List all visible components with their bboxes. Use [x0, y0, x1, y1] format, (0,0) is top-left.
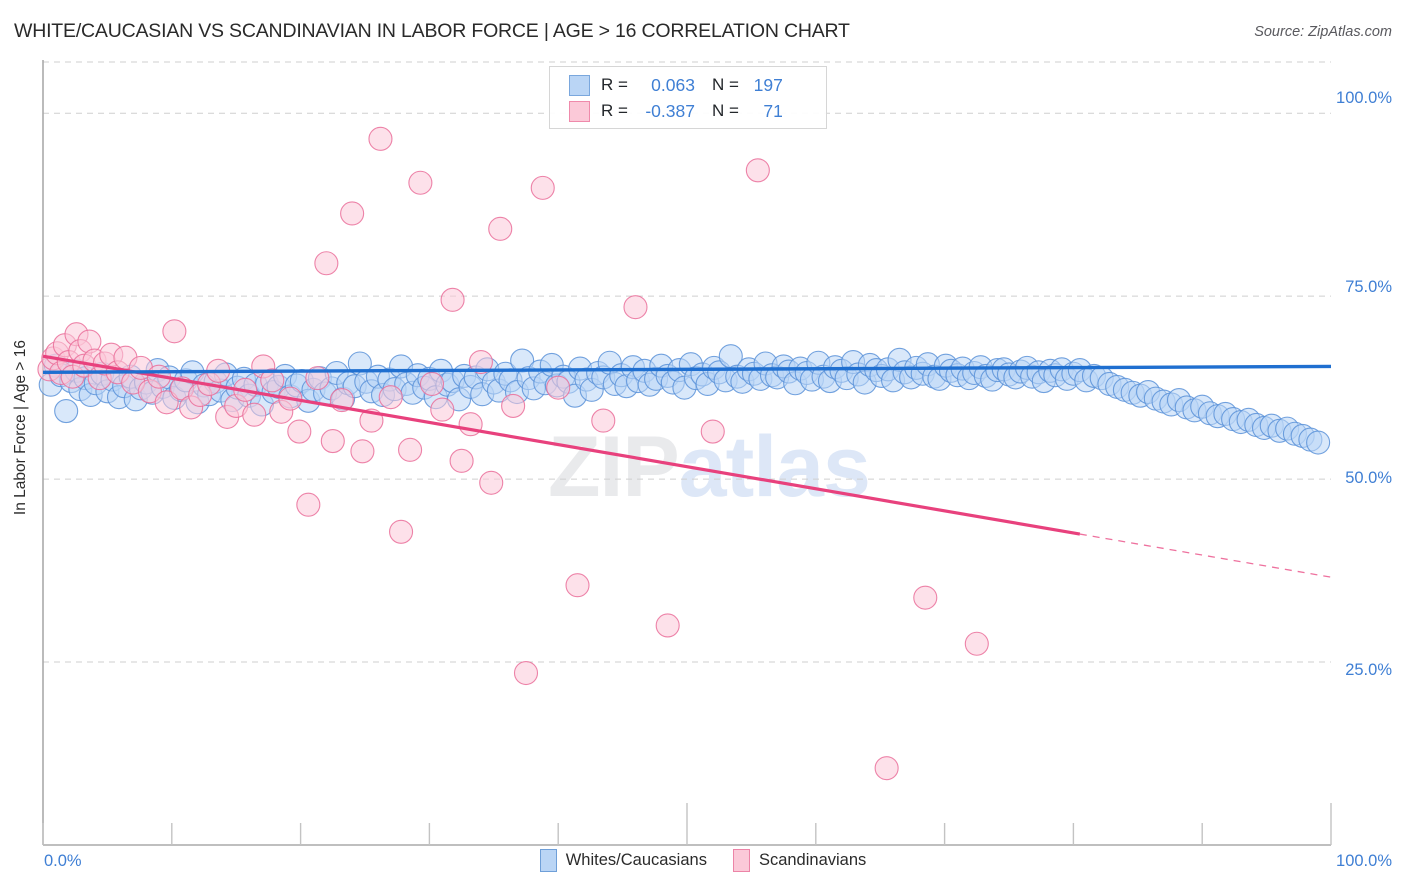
axis-lines	[42, 60, 1331, 846]
n-value-pink: 71	[763, 100, 783, 121]
y-axis-title: In Labor Force | Age > 16	[12, 340, 29, 516]
legend-item-scandinavians[interactable]: Scandinavians	[732, 849, 867, 872]
r-label-pink: R =	[601, 101, 628, 120]
legend-item-whites-caucasians[interactable]: Whites/Caucasians	[539, 849, 707, 872]
r-label-blue: R =	[601, 75, 628, 94]
r-value-blue: 0.063	[651, 74, 695, 95]
legend-label-scandinavians: Scandinavians	[758, 851, 867, 869]
legend-color-blue-icon	[539, 849, 557, 872]
series-points-scandinavians	[37, 126, 989, 781]
correlation-stats-legend: R = 0.063 N = 197 R = -0.387 N = 71	[549, 66, 827, 129]
legend-swatch-pink-icon	[569, 100, 590, 122]
n-value-blue: 197	[753, 74, 783, 95]
y-tick-label-75: 75.0%	[1345, 278, 1392, 296]
n-label-blue: N =	[711, 75, 739, 94]
correlation-chart-root: WHITE/CAUCASIAN VS SCANDINAVIAN IN LABOR…	[0, 0, 1406, 892]
scatter-plot-canvas	[37, 60, 1332, 846]
r-value-pink: -0.387	[645, 100, 695, 121]
x-axis-ticks	[42, 803, 1332, 845]
y-tick-label-50: 50.0%	[1345, 469, 1392, 487]
legend-label-whites-caucasians: Whites/Caucasians	[565, 851, 707, 869]
y-tick-label-100: 100.0%	[1336, 89, 1392, 107]
stats-row-whites-caucasians: R = 0.063 N = 197	[550, 72, 826, 98]
stats-row-scandinavians: R = -0.387 N = 71	[550, 98, 826, 124]
y-tick-label-25: 25.0%	[1345, 661, 1392, 679]
legend-swatch-blue-icon	[569, 74, 590, 96]
n-label-pink: N =	[711, 101, 739, 120]
series-legend: Whites/Caucasians Scandinavians	[0, 849, 1406, 872]
legend-color-pink-icon	[732, 849, 750, 872]
